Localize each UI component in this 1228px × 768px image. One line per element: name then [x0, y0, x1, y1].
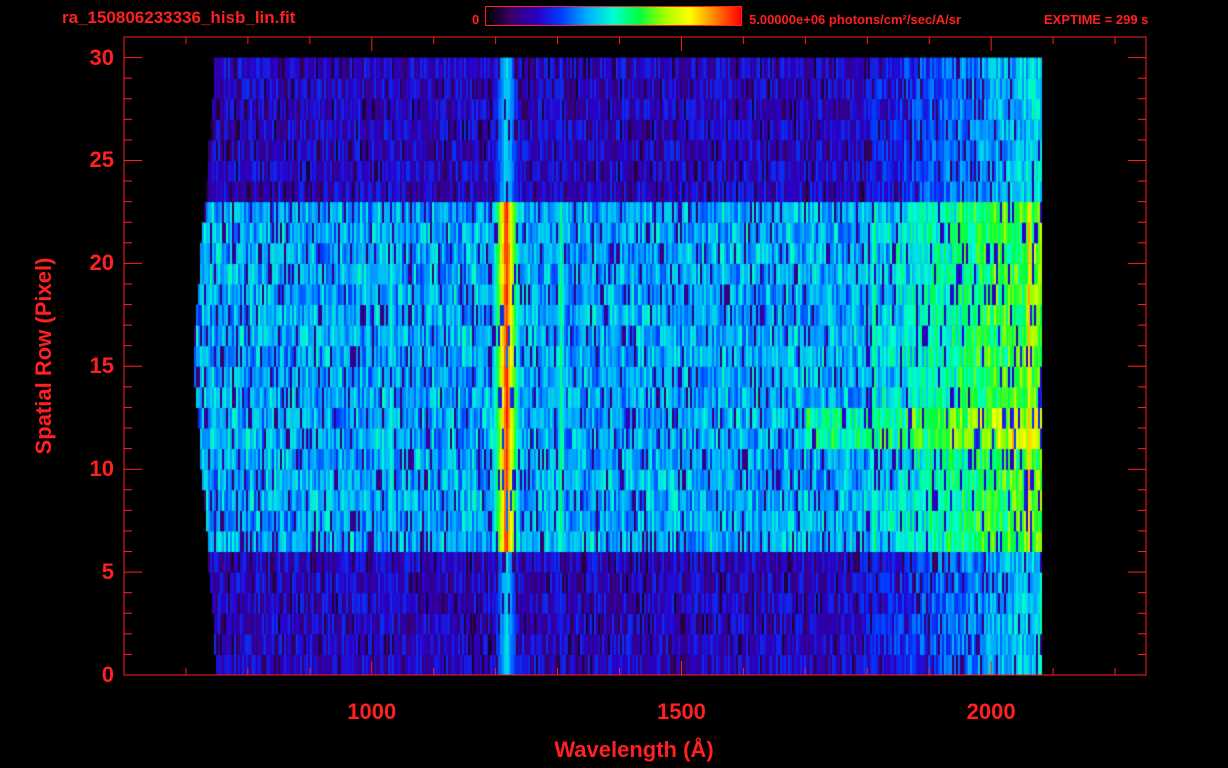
- y-tick-label: 5: [101, 559, 114, 585]
- spectral-image-plot: ra_150806233336_hisb_lin.fit 0 5.00000e+…: [0, 0, 1228, 768]
- y-axis-label: Spatial Row (Pixel): [31, 257, 56, 455]
- colorbar-min-label: 0: [472, 12, 480, 27]
- x-axis-label: Wavelength (Å): [554, 737, 714, 762]
- file-title: ra_150806233336_hisb_lin.fit: [62, 8, 296, 27]
- y-tick-label: 20: [89, 250, 114, 276]
- y-tick-label: 10: [89, 456, 114, 482]
- y-tick-label: 25: [89, 147, 114, 173]
- x-tick-label: 2000: [966, 699, 1016, 724]
- x-tick-label: 1500: [656, 699, 706, 724]
- plot-frame: [123, 36, 1147, 676]
- colorbar: [485, 6, 742, 26]
- exposure-time-label: EXPTIME = 299 s: [1044, 12, 1149, 27]
- plot-axes: [123, 36, 1147, 676]
- y-tick-label: 0: [101, 662, 114, 687]
- colorbar-units-label: 5.00000e+06 photons/cm²/sec/A/sr: [749, 12, 962, 27]
- y-tick-label: 15: [89, 353, 114, 379]
- y-tick-label: 30: [89, 44, 114, 70]
- x-tick-label: 1000: [347, 699, 397, 724]
